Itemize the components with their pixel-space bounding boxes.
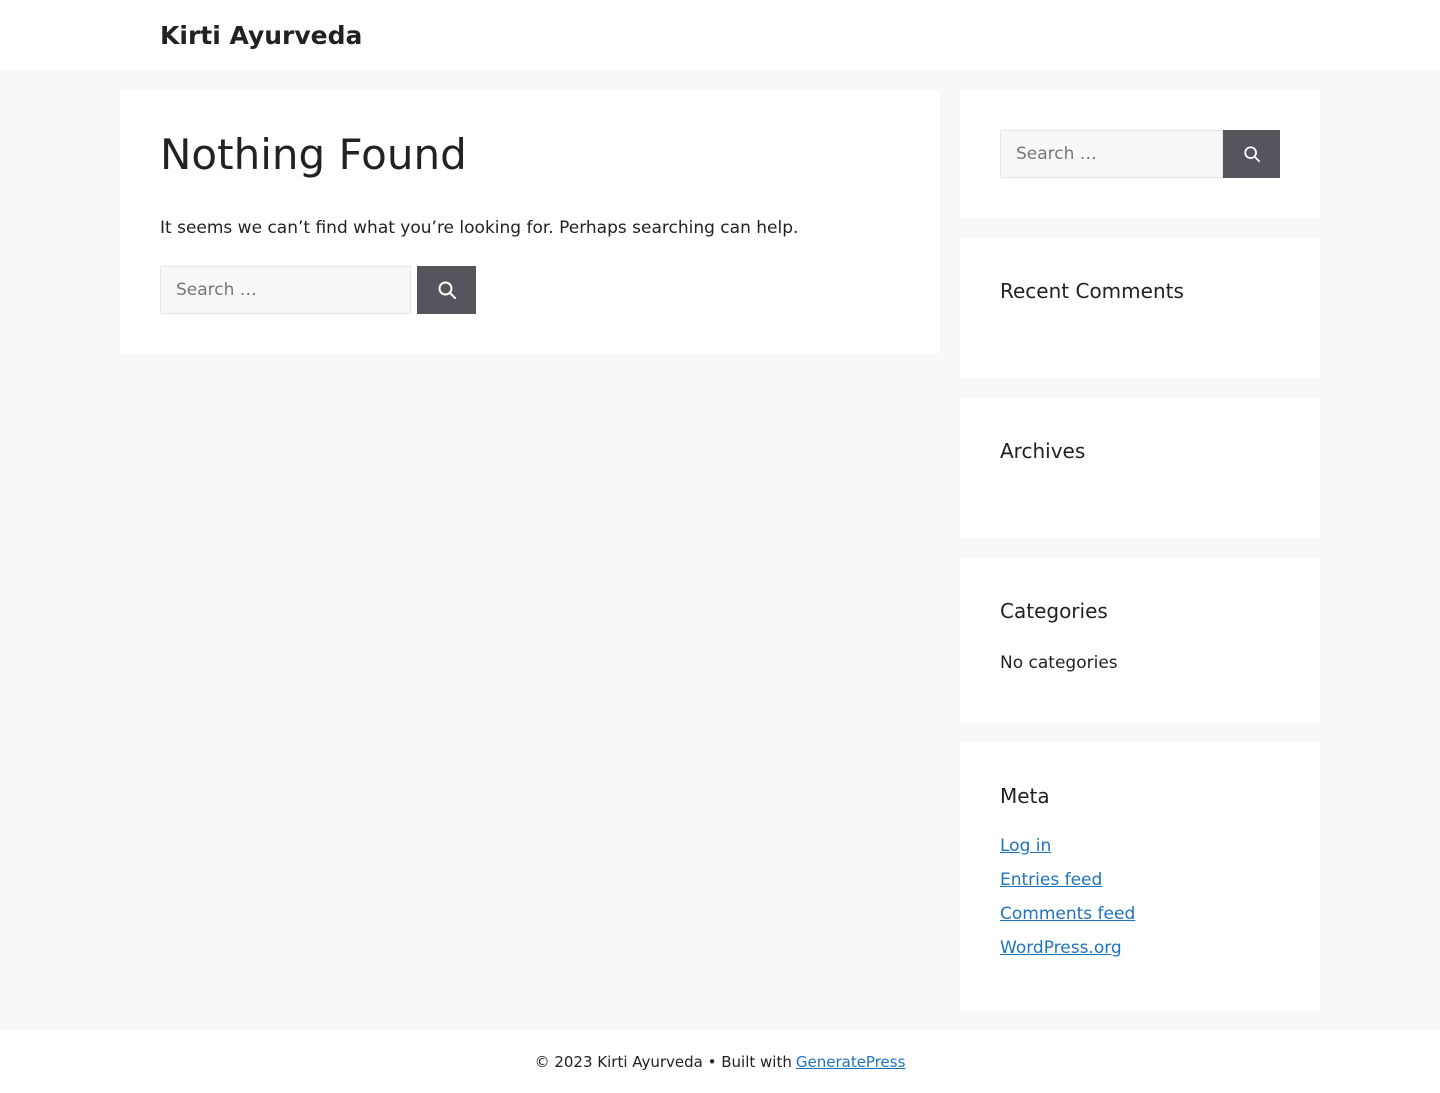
categories-title: Categories [1000,599,1108,623]
entries-feed-link[interactable]: Entries feed [1000,870,1102,890]
footer-copyright: © 2023 Kirti Ayurveda • Built with [534,1053,792,1071]
meta-links: Log in Entries feed Comments feed WordPr… [1000,834,1280,960]
sidebar-search-button[interactable] [1223,130,1280,178]
list-item: Comments feed [1000,902,1280,926]
sidebar-search-input[interactable] [1000,130,1223,178]
sidebar-search-widget [960,90,1320,218]
wordpress-org-link[interactable]: WordPress.org [1000,938,1122,958]
page-title: Nothing Found [160,130,467,179]
list-item: Log in [1000,834,1280,858]
generatepress-link[interactable]: GeneratePress [796,1053,906,1071]
search-icon [1243,146,1260,163]
list-item: Entries feed [1000,868,1280,892]
login-link[interactable]: Log in [1000,836,1051,856]
site-title[interactable]: Kirti Ayurveda [160,21,362,50]
site-footer: © 2023 Kirti Ayurveda • Built with Gener… [0,1031,1440,1093]
no-results-message: It seems we can’t find what you’re looki… [160,218,799,238]
recent-comments-title: Recent Comments [1000,279,1184,303]
comments-feed-link[interactable]: Comments feed [1000,904,1135,924]
archives-title: Archives [1000,439,1086,463]
search-icon [438,281,456,299]
site-header: Kirti Ayurveda [0,0,1440,70]
meta-widget: Meta Log in Entries feed Comments feed W… [960,743,1320,1011]
list-item: WordPress.org [1000,936,1280,960]
main-search-button[interactable] [417,266,476,314]
recent-comments-widget: Recent Comments [960,238,1320,378]
no-categories-text: No categories [1000,653,1118,673]
content-area: Nothing Found It seems we can’t find wha… [0,70,1440,1031]
main-search-input[interactable] [160,266,411,314]
main-search-form [160,266,900,314]
archives-widget: Archives [960,398,1320,538]
sidebar-search-form [1000,130,1280,178]
main-content: Nothing Found It seems we can’t find wha… [120,90,940,353]
meta-title: Meta [1000,784,1050,808]
categories-widget: Categories No categories [960,558,1320,723]
